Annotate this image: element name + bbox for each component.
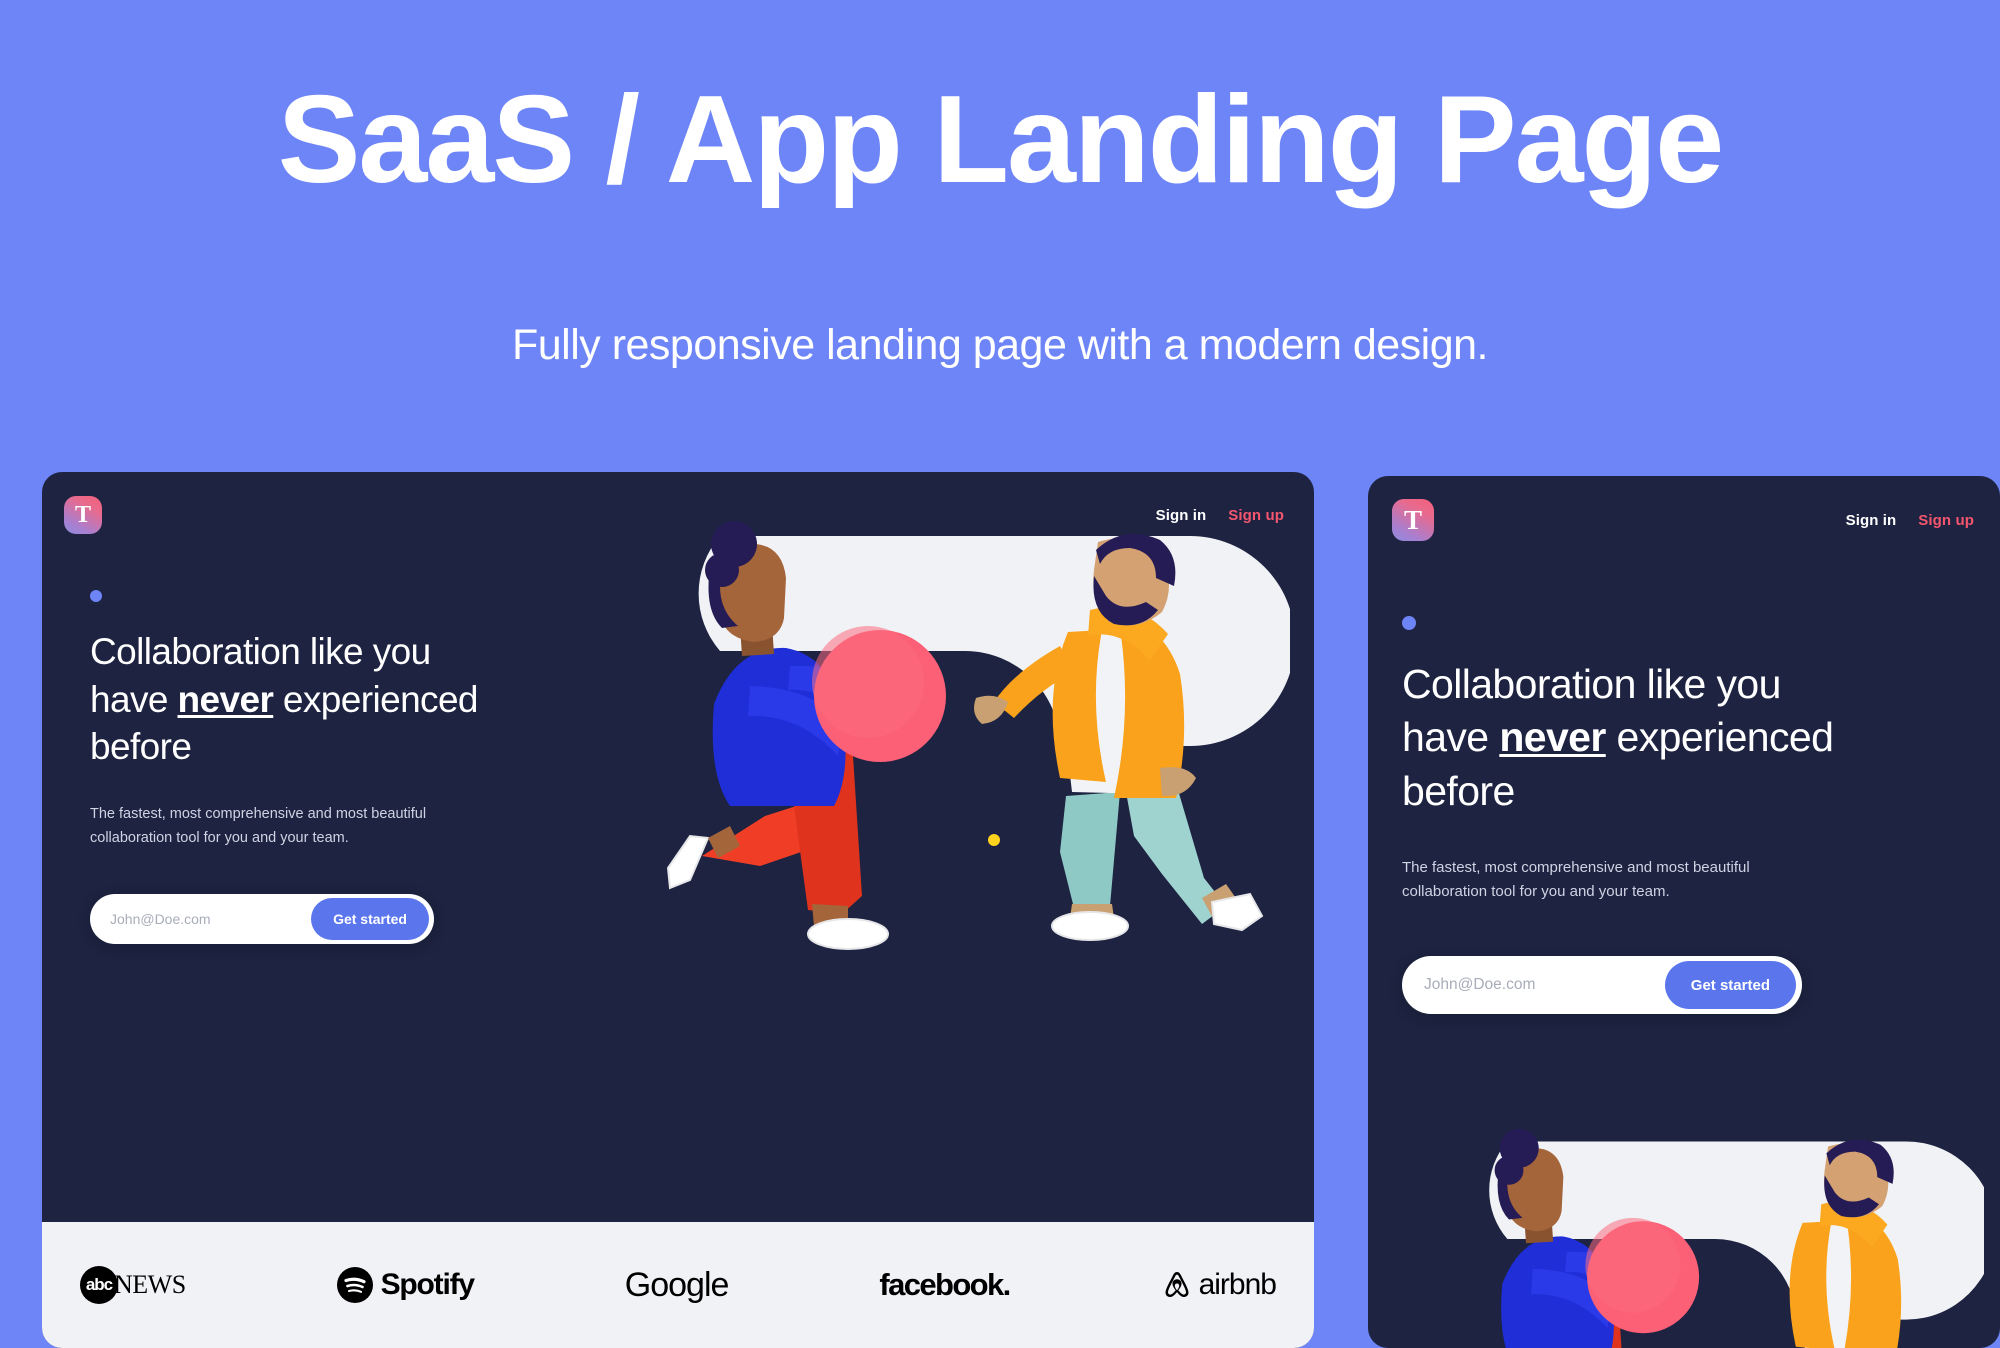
airbnb-icon bbox=[1165, 1272, 1189, 1297]
logo-airbnb: airbnb bbox=[1161, 1268, 1277, 1302]
sign-up-link-tablet[interactable]: Sign up bbox=[1918, 512, 1974, 529]
desktop-hero: Collaboration like you have never experi… bbox=[90, 590, 510, 945]
hero-subcopy: The fastest, most comprehensive and most… bbox=[90, 806, 427, 846]
email-signup-form: Get started bbox=[90, 894, 434, 945]
email-input[interactable] bbox=[110, 911, 312, 928]
logo-spotify: Spotify bbox=[336, 1267, 475, 1303]
spotify-wordmark: Spotify bbox=[380, 1268, 475, 1301]
logo-facebook: facebook. bbox=[879, 1267, 1011, 1303]
logo-google: Google bbox=[624, 1265, 730, 1305]
google-wordmark: Google bbox=[624, 1265, 730, 1304]
tablet-navbar: T Sign in Sign up bbox=[1368, 476, 2000, 564]
spotify-icon bbox=[336, 1267, 373, 1303]
app-logo-letter-tablet: T bbox=[1403, 504, 1422, 535]
abc-news-wordmark: NEWS bbox=[114, 1270, 186, 1299]
page-title: SaaS / App Landing Page bbox=[277, 71, 1725, 209]
blue-dot-decoration bbox=[90, 590, 102, 602]
abc-news-icon: abc bbox=[80, 1266, 118, 1304]
two-people-passing-ball-icon bbox=[666, 521, 1295, 950]
get-started-button[interactable]: Get started bbox=[311, 898, 429, 941]
facebook-wordmark: facebook. bbox=[879, 1267, 1011, 1302]
tablet-hero: Collaboration like you have never experi… bbox=[1402, 616, 1852, 1015]
desktop-preview-card: T Sign in Sign up Collaboration like you… bbox=[42, 472, 1314, 1348]
blue-dot-decoration-tablet bbox=[1402, 616, 1416, 630]
app-logo-icon[interactable]: T bbox=[64, 496, 102, 534]
app-logo-letter: T bbox=[74, 501, 91, 528]
hero-headline-tablet: Collaboration like you have never experi… bbox=[1402, 661, 1834, 814]
hero-subcopy-tablet: The fastest, most comprehensive and most… bbox=[1402, 858, 1750, 901]
hero-illustration bbox=[590, 506, 1295, 986]
app-logo-icon-tablet[interactable]: T bbox=[1392, 499, 1434, 541]
email-input-tablet[interactable] bbox=[1424, 976, 1665, 995]
page-subtitle: Fully responsive landing page with a mod… bbox=[511, 321, 1489, 369]
hero-illustration-tablet bbox=[1404, 1116, 1996, 1348]
logo-abc-news: abc NEWS bbox=[80, 1266, 186, 1304]
tablet-preview-card: T Sign in Sign up Collaboration like you… bbox=[1368, 476, 2000, 1348]
two-people-passing-ball-icon-tablet bbox=[1489, 1128, 1996, 1348]
hero-headline: Collaboration like you have never experi… bbox=[90, 631, 479, 768]
airbnb-wordmark: airbnb bbox=[1198, 1268, 1277, 1301]
email-signup-form-tablet: Get started bbox=[1402, 956, 1802, 1015]
sign-in-link-tablet[interactable]: Sign in bbox=[1846, 512, 1897, 529]
brand-logo-strip: abc NEWS Spotify Google facebook. airbnb bbox=[42, 1222, 1314, 1348]
get-started-button-tablet[interactable]: Get started bbox=[1664, 961, 1796, 1010]
